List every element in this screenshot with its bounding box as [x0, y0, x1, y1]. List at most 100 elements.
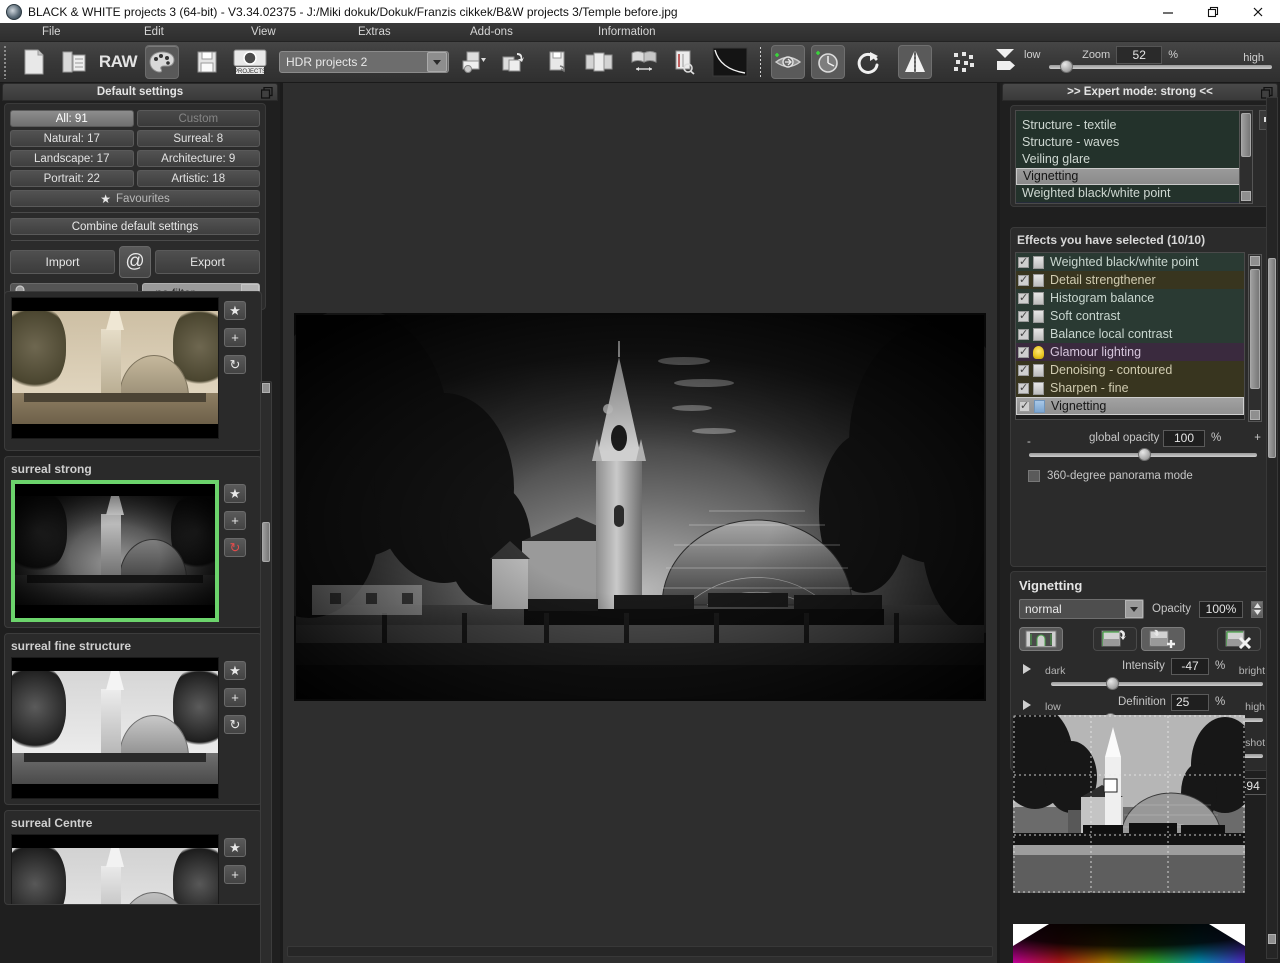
projects-camera-icon[interactable]: PROJECTS — [230, 45, 270, 79]
selected-effect-row[interactable]: Soft contrast — [1016, 307, 1244, 325]
copy-image-icon[interactable] — [57, 45, 91, 79]
favourite-star-icon[interactable]: ★ — [224, 484, 246, 503]
favourites-button[interactable]: ★ Favourites — [10, 190, 260, 207]
compare-icon[interactable] — [627, 45, 661, 79]
scrollbar-thumb[interactable] — [1250, 269, 1260, 389]
effect-checkbox[interactable] — [1018, 273, 1029, 286]
zoom-slider-track[interactable] — [1048, 60, 1272, 73]
selected-effects-scrollbar[interactable] — [1248, 254, 1262, 422]
scrollbar-bottom-marker[interactable] — [1250, 410, 1260, 420]
add-preset-icon[interactable]: + — [224, 688, 246, 707]
undock-icon[interactable] — [260, 86, 273, 99]
favourite-star-icon[interactable]: ★ — [224, 661, 246, 680]
histogram-icon[interactable] — [898, 45, 932, 79]
preset-thumbnail[interactable] — [11, 657, 219, 799]
new-image-icon[interactable] — [17, 45, 51, 79]
effect-checkbox[interactable] — [1019, 399, 1030, 412]
add-preset-icon[interactable]: + — [224, 511, 246, 530]
available-effects-list[interactable]: Structure - textile Structure - waves Ve… — [1015, 110, 1253, 204]
canvas-area[interactable] — [283, 83, 997, 963]
panorama-checkbox[interactable] — [1028, 470, 1040, 482]
intensity-input[interactable]: -47 — [1171, 658, 1209, 675]
panorama-icon[interactable] — [582, 45, 616, 79]
effect-checkbox[interactable] — [1018, 309, 1029, 322]
definition-input[interactable]: 25 — [1171, 694, 1209, 711]
curve-icon[interactable] — [710, 45, 750, 79]
menu-item-view[interactable]: View — [245, 26, 282, 38]
vignette-add-icon[interactable] — [1141, 627, 1185, 651]
spinner-down-icon[interactable] — [1252, 609, 1262, 617]
import-button[interactable]: Import — [10, 250, 115, 274]
category-custom[interactable]: Custom — [136, 110, 260, 127]
expand-triangle-icon[interactable] — [1023, 664, 1031, 674]
spinner-up-icon[interactable] — [1252, 601, 1262, 609]
selected-effect-row[interactable]: Balance local contrast — [1016, 325, 1244, 343]
preview-eye-icon[interactable] — [771, 45, 805, 79]
measure-icon[interactable] — [667, 45, 701, 79]
scrollbar-thumb[interactable] — [1268, 258, 1276, 458]
combine-default-settings-button[interactable]: Combine default settings — [10, 218, 260, 235]
category-architecture[interactable]: Architecture: 9 — [136, 150, 260, 167]
scrollbar-bottom-marker[interactable] — [1241, 191, 1251, 201]
batch-icon[interactable] — [497, 45, 531, 79]
category-surreal[interactable]: Surreal: 8 — [136, 130, 260, 147]
favourite-star-icon[interactable]: ★ — [224, 838, 246, 857]
menu-item-extras[interactable]: Extras — [352, 26, 397, 38]
preset-list[interactable]: ★ + ↻ surreal strong ★ + ↻ surreal fine … — [4, 291, 262, 959]
preset-list-scrollbar[interactable] — [260, 381, 272, 963]
menu-item-information[interactable]: Information — [592, 26, 662, 38]
restore-button[interactable] — [1190, 0, 1235, 23]
effect-checkbox[interactable] — [1018, 381, 1029, 394]
effect-checkbox[interactable] — [1018, 327, 1029, 340]
add-preset-icon[interactable]: + — [224, 865, 246, 884]
toolbar-grip[interactable] — [2, 45, 9, 79]
vignetting-opacity-input[interactable]: 100% — [1199, 600, 1243, 618]
list-item[interactable]: surreal fine structure ★ + ↻ — [4, 633, 262, 805]
menu-item-addons[interactable]: Add-ons — [464, 26, 519, 38]
reset-preset-icon[interactable]: ↻ — [224, 538, 246, 557]
effect-structure-waves[interactable]: Structure - waves — [1016, 134, 1252, 151]
preset-thumbnail[interactable] — [11, 834, 219, 904]
main-image-preview[interactable] — [294, 313, 986, 701]
scrollbar-thumb[interactable] — [262, 522, 270, 562]
scrollbar-top-marker[interactable] — [262, 383, 270, 393]
selected-effect-row[interactable]: Histogram balance — [1016, 289, 1244, 307]
vignette-apply-icon[interactable] — [1019, 627, 1063, 651]
opacity-plus-label[interactable]: + — [1254, 432, 1261, 444]
reset-preset-icon[interactable]: ↻ — [224, 355, 246, 374]
save-as-icon[interactable] — [542, 45, 576, 79]
available-effects-scrollbar[interactable] — [1239, 110, 1253, 204]
effect-veiling-glare[interactable]: Veiling glare — [1016, 151, 1252, 168]
scrollbar-bottom-marker[interactable] — [1268, 934, 1276, 944]
category-natural[interactable]: Natural: 17 — [10, 130, 134, 147]
opacity-minus-label[interactable]: - — [1027, 436, 1031, 448]
scrollbar-thumb[interactable] — [1241, 113, 1251, 157]
export-button[interactable]: Export — [155, 250, 260, 274]
close-button[interactable] — [1235, 0, 1280, 23]
right-panel-scrollbar[interactable] — [1266, 97, 1278, 959]
zoom-slider-knob[interactable] — [1059, 60, 1073, 73]
rotate-right-icon[interactable] — [851, 45, 885, 79]
timer-icon[interactable] — [811, 45, 845, 79]
save-icon[interactable] — [190, 45, 224, 79]
global-opacity-input[interactable]: 100 — [1163, 430, 1205, 447]
hdr-projects-select[interactable]: HDR projects 2 — [279, 51, 449, 73]
menu-item-edit[interactable]: Edit — [138, 26, 170, 38]
effect-checkbox[interactable] — [1018, 363, 1029, 376]
online-presets-button[interactable]: @ — [119, 246, 151, 278]
category-landscape[interactable]: Landscape: 17 — [10, 150, 134, 167]
minimize-button[interactable] — [1145, 0, 1190, 23]
category-all[interactable]: All: 91 — [10, 110, 134, 127]
position-preview-image[interactable] — [1013, 715, 1245, 893]
vignette-delete-icon[interactable] — [1217, 627, 1261, 651]
print-icon[interactable] — [457, 45, 491, 79]
chevron-down-icon[interactable] — [1125, 600, 1143, 618]
reset-preset-icon[interactable]: ↻ — [224, 715, 246, 734]
selected-effect-row[interactable]: Detail strengthener — [1016, 271, 1244, 289]
preset-thumbnail[interactable] — [11, 297, 219, 439]
expert-mode-header[interactable]: >> Expert mode: strong << — [1002, 83, 1278, 101]
category-portrait[interactable]: Portrait: 22 — [10, 170, 134, 187]
list-item[interactable]: surreal Centre ★ + — [4, 810, 262, 905]
vignette-edit-icon[interactable] — [1093, 627, 1137, 651]
global-opacity-slider[interactable] — [1029, 448, 1257, 461]
